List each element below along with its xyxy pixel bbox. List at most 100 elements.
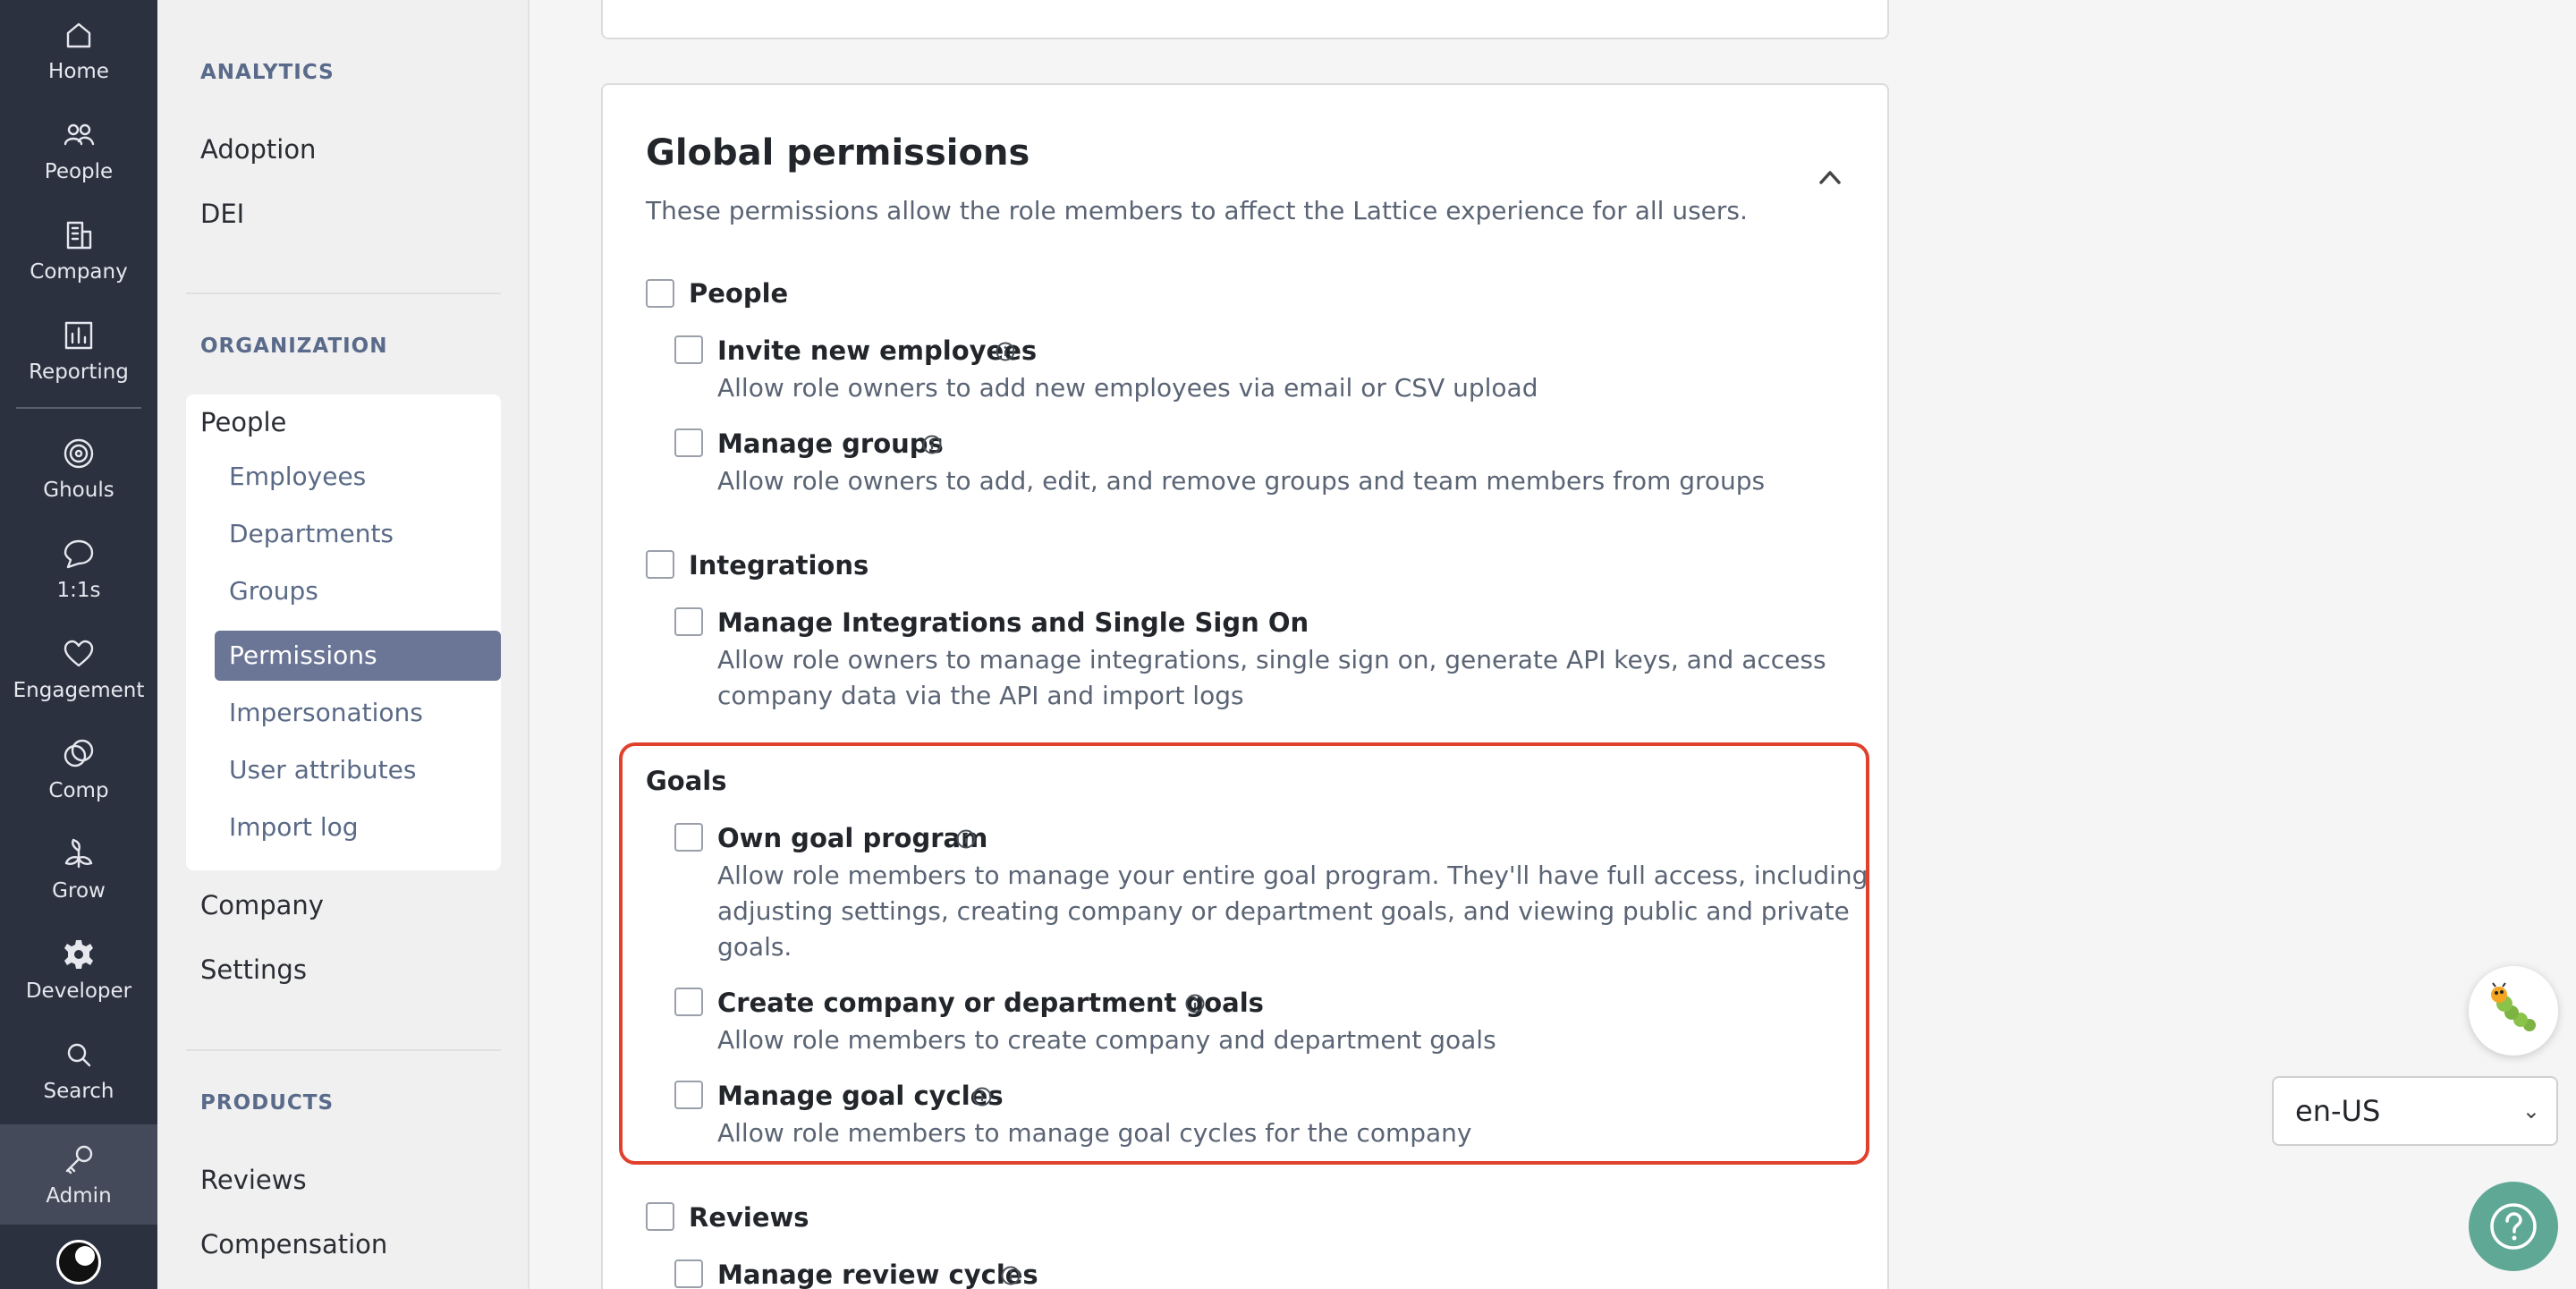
home-icon	[66, 22, 91, 48]
chevron-down-icon: ⌄	[2521, 1098, 2540, 1124]
card-subtitle: These permissions allow the role members…	[646, 196, 1748, 225]
manage-integrations-desc-line1: Allow role owners to manage integrations…	[717, 645, 1826, 674]
user-avatar[interactable]	[56, 1240, 101, 1285]
rail-item-label: Developer	[25, 979, 132, 1003]
analytics-header: ANALYTICS	[200, 61, 335, 84]
rail-item-label: Home	[48, 60, 109, 83]
nav-link-settings[interactable]: Settings	[200, 954, 307, 985]
rail-item-label: Company	[30, 260, 128, 284]
gear-icon	[64, 940, 93, 969]
rail-divider	[16, 407, 141, 409]
nav-sub-employees[interactable]: Employees	[215, 452, 501, 502]
create-goals-checkbox[interactable]	[674, 988, 703, 1016]
people-group-label: People	[689, 278, 789, 309]
invite-employees-checkbox[interactable]	[674, 335, 703, 364]
search-icon	[67, 1043, 91, 1067]
rail-item-label: Reporting	[29, 360, 129, 384]
goals-group-label: Goals	[646, 766, 727, 796]
caterpillar-icon	[2491, 982, 2536, 1031]
nav-sub-permissions[interactable]: Permissions	[215, 631, 501, 681]
create-goals-desc: Allow role members to create company and…	[717, 1025, 1496, 1055]
main-content: Global permissions These permissions all…	[531, 0, 2576, 1289]
rail-item-label: Admin	[46, 1184, 112, 1208]
invite-employees-title: Invite new employees	[717, 335, 1038, 366]
manage-goal-cycles-title: Manage goal cycles	[717, 1081, 1004, 1111]
nav-link-reviews[interactable]: Reviews	[200, 1165, 307, 1195]
rail-item-grow[interactable]: Grow	[0, 819, 157, 920]
manage-review-cycles-title: Manage review cycles	[717, 1259, 1038, 1289]
rail-item-label: Ghouls	[43, 479, 114, 502]
admin-subnav: ANALYTICS Adoption DEI ORGANIZATION Peop…	[157, 0, 530, 1289]
collapse-button[interactable]	[1812, 161, 1848, 193]
manage-groups-title: Manage groups	[717, 428, 944, 459]
rail-item-search[interactable]: Search	[0, 1020, 157, 1120]
nav-link-company[interactable]: Company	[200, 890, 324, 920]
building-icon	[66, 221, 92, 250]
reviews-group-label: Reviews	[689, 1202, 809, 1233]
integrations-checkbox[interactable]	[646, 550, 674, 579]
nav-link-adoption[interactable]: Adoption	[200, 134, 316, 165]
people-checkbox[interactable]	[646, 279, 674, 308]
info-icon[interactable]	[1000, 1265, 1021, 1286]
rail-item-admin[interactable]: Admin	[0, 1124, 157, 1225]
invite-employees-desc: Allow role owners to add new employees v…	[717, 373, 1538, 403]
organization-header: ORGANIZATION	[200, 335, 388, 358]
manage-review-cycles-checkbox[interactable]	[674, 1259, 703, 1288]
rail-item-people[interactable]: People	[0, 100, 157, 200]
bar-chart-icon	[64, 321, 93, 350]
rail-item-developer[interactable]: Developer	[0, 920, 157, 1020]
manage-integrations-checkbox[interactable]	[674, 607, 703, 636]
nav-link-compensation[interactable]: Compensation	[200, 1229, 387, 1259]
reviews-checkbox[interactable]	[646, 1202, 674, 1231]
nav-divider	[186, 1049, 501, 1051]
nav-sub-groups[interactable]: Groups	[215, 566, 501, 616]
nav-link-dei[interactable]: DEI	[200, 199, 244, 229]
card-title: Global permissions	[646, 132, 1030, 174]
integrations-group-label: Integrations	[689, 550, 869, 581]
target-icon	[64, 438, 94, 469]
products-header: PRODUCTS	[200, 1091, 335, 1115]
coins-icon	[64, 739, 94, 767]
key-icon	[65, 1145, 93, 1175]
help-button[interactable]	[2469, 1182, 2558, 1271]
app-rail: Home People Company Reporting Ghouls 1:1…	[0, 0, 157, 1289]
rail-item-label: Comp	[48, 779, 109, 802]
nav-sub-import-log[interactable]: Import log	[215, 802, 501, 852]
rail-item-company[interactable]: Company	[0, 200, 157, 301]
feedback-bug-widget[interactable]	[2469, 966, 2558, 1056]
previous-section-card	[601, 0, 1889, 39]
rail-item-one-on-ones[interactable]: 1:1s	[0, 519, 157, 619]
rail-item-ghouls[interactable]: Ghouls	[0, 419, 157, 519]
own-goal-program-checkbox[interactable]	[674, 823, 703, 852]
rail-item-engagement[interactable]: Engagement	[0, 619, 157, 719]
language-select-value: en-US	[2295, 1094, 2381, 1128]
info-icon[interactable]	[955, 828, 977, 850]
manage-integrations-title: Manage Integrations and Single Sign On	[717, 607, 1309, 638]
rail-item-label: Search	[43, 1080, 114, 1103]
nav-sub-impersonations[interactable]: Impersonations	[215, 688, 501, 738]
info-icon[interactable]	[971, 1086, 993, 1107]
manage-goal-cycles-desc: Allow role members to manage goal cycles…	[717, 1118, 1472, 1148]
info-icon[interactable]	[1184, 993, 1206, 1014]
heart-icon	[64, 640, 94, 667]
manage-goal-cycles-checkbox[interactable]	[674, 1081, 703, 1109]
manage-integrations-desc-line2: company data via the API and import logs	[717, 681, 1244, 710]
own-goal-program-title: Own goal program	[717, 823, 988, 853]
manage-groups-desc: Allow role owners to add, edit, and remo…	[717, 466, 1766, 496]
rail-item-home[interactable]: Home	[0, 0, 157, 100]
nav-sub-departments[interactable]: Departments	[215, 509, 501, 559]
nav-link-people[interactable]: People	[200, 407, 286, 437]
people-nav-group: People Employees Departments Groups Perm…	[186, 394, 501, 870]
info-icon[interactable]	[921, 434, 943, 455]
info-icon[interactable]	[995, 341, 1016, 362]
manage-groups-checkbox[interactable]	[674, 428, 703, 457]
people-icon	[64, 123, 95, 146]
nav-sub-user-attributes[interactable]: User attributes	[215, 745, 501, 795]
rail-item-comp[interactable]: Comp	[0, 719, 157, 819]
rail-item-label: 1:1s	[56, 579, 101, 602]
rail-item-reporting[interactable]: Reporting	[0, 301, 157, 401]
plant-icon	[64, 838, 93, 869]
chevron-up-icon	[1819, 171, 1841, 184]
rail-item-label: Engagement	[13, 679, 145, 702]
language-select[interactable]: en-US ⌄	[2272, 1076, 2558, 1146]
